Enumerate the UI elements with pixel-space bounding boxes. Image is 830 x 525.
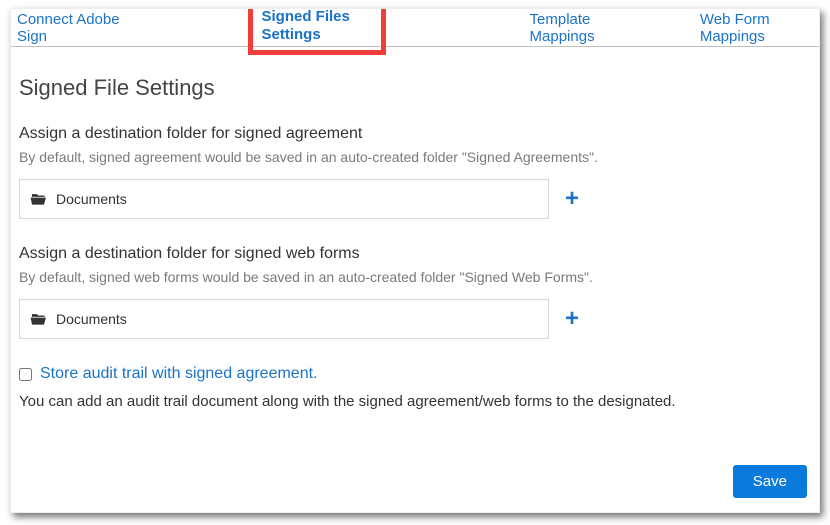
plus-icon: +: [565, 185, 579, 212]
folder-open-icon: [30, 192, 48, 206]
plus-icon: +: [565, 305, 579, 332]
agreement-folder-label: Assign a destination folder for signed a…: [19, 125, 811, 143]
tab-web-form-mappings[interactable]: Web Form Mappings: [700, 11, 807, 45]
add-webforms-folder-button[interactable]: +: [565, 307, 579, 331]
content-area: Signed File Settings Assign a destinatio…: [11, 47, 819, 418]
agreement-folder-input[interactable]: Documents: [19, 179, 549, 219]
folder-open-icon: [30, 312, 48, 326]
add-agreement-folder-button[interactable]: +: [565, 187, 579, 211]
audit-trail-label[interactable]: Store audit trail with signed agreement.: [40, 365, 317, 383]
tab-signed-files-settings[interactable]: Signed Files Settings: [244, 8, 389, 57]
agreement-folder-desc: By default, signed agreement would be sa…: [19, 149, 811, 165]
agreement-folder-value: Documents: [56, 191, 127, 207]
webforms-folder-desc: By default, signed web forms would be sa…: [19, 269, 811, 285]
settings-panel: Connect Adobe Sign Signed Files Settings…: [10, 8, 820, 513]
webforms-folder-label: Assign a destination folder for signed w…: [19, 245, 811, 263]
save-button[interactable]: Save: [733, 465, 807, 498]
tab-signed-files-settings-label: Signed Files Settings: [261, 8, 349, 43]
tab-template-mappings[interactable]: Template Mappings: [530, 11, 630, 45]
audit-trail-desc: You can add an audit trail document alon…: [19, 393, 811, 410]
tab-bar: Connect Adobe Sign Signed Files Settings…: [11, 9, 819, 47]
webforms-folder-value: Documents: [56, 311, 127, 327]
highlight-box: Signed Files Settings: [248, 8, 385, 55]
page-title: Signed File Settings: [19, 75, 811, 101]
audit-trail-checkbox[interactable]: [19, 368, 32, 381]
webforms-folder-input[interactable]: Documents: [19, 299, 549, 339]
tab-connect-adobe-sign[interactable]: Connect Adobe Sign: [17, 11, 122, 45]
